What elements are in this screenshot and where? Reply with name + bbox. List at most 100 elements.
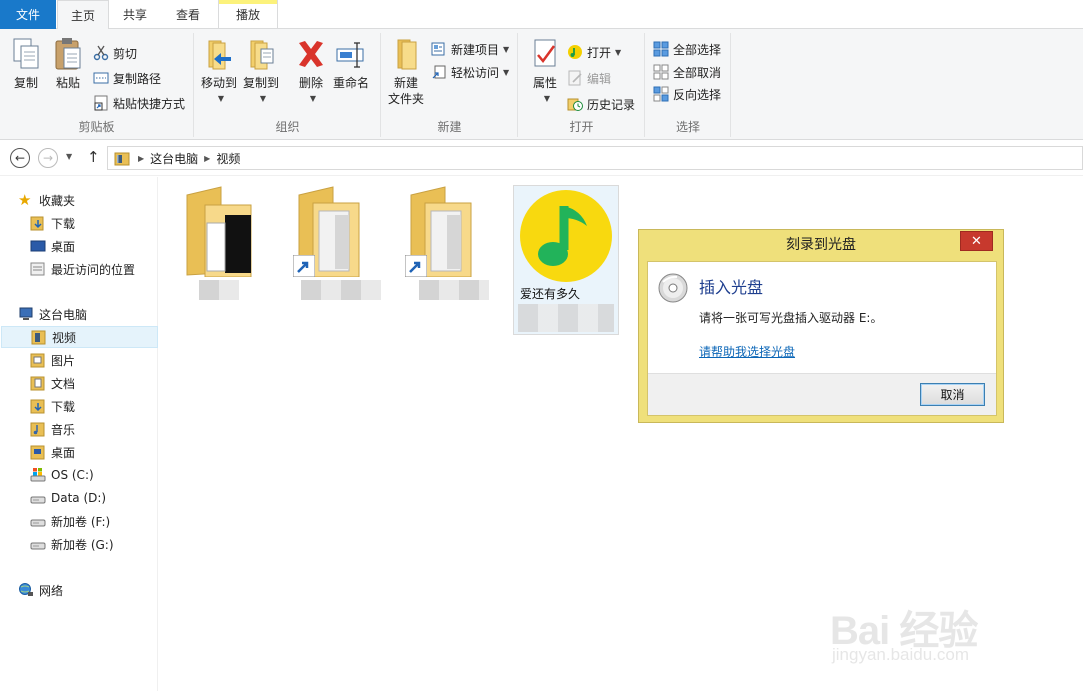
drive-icon [30,542,46,550]
shortcut-arrow-icon [293,255,315,277]
nav-recent[interactable]: 最近访问的位置 [30,258,155,280]
nav-drive-d[interactable]: Data (D:) [30,487,150,509]
move-to-label-wrap: 移动到 [201,75,237,91]
select-none-button[interactable]: 全部取消 [653,62,721,82]
nav-recent-label: 最近访问的位置 [51,262,136,277]
cancel-button[interactable]: 取消 [920,383,985,406]
nav-downloads-label: 下载 [51,216,76,231]
dialog-footer: 取消 [648,373,996,415]
ribbon-tab-bar: 文件 主页 共享 查看 播放 [0,0,1083,30]
network-icon [19,583,33,596]
group-open: 属性 ▼ 打开 ▼ 编辑 历史记录 打开 [519,33,645,137]
folder-icon [186,186,252,278]
copy-button[interactable]: 复制 [10,37,42,91]
music-folder-icon [30,422,45,437]
new-item-button[interactable]: 新建项目 ▼ [431,39,509,59]
blurred-filename [301,280,381,300]
select-all-button[interactable]: 全部选择 [653,39,721,59]
tab-view[interactable]: 查看 [162,0,214,29]
tab-play[interactable]: 播放 [218,0,278,29]
edit-label: 编辑 [587,71,612,86]
nav-favorites[interactable]: ★ 收藏夹 [18,189,148,211]
breadcrumb-separator-icon: ▶ [138,153,145,163]
paste-shortcut-icon [94,95,108,111]
open-button[interactable]: 打开 ▼ [567,42,621,62]
forward-button[interactable]: → [38,148,58,168]
nav-documents[interactable]: 文档 [30,372,150,394]
help-choose-disc-link[interactable]: 请帮助我选择光盘 [699,343,795,360]
rename-button[interactable]: 重命名 [333,37,369,91]
nav-music-label: 音乐 [51,422,76,437]
open-dropdown-icon: ▼ [615,47,622,57]
nav-videos[interactable]: 视频 [1,326,158,348]
easy-access-button[interactable]: 轻松访问 ▼ [431,62,509,82]
copy-to-dropdown-icon: ▼ [259,94,267,103]
pictures-folder-icon [30,353,45,368]
dialog-body: 插入光盘 请将一张可写光盘插入驱动器 E:。 请帮助我选择光盘 取消 [647,261,997,416]
new-folder-button[interactable]: 新建 文件夹 [388,37,424,107]
edit-button[interactable]: 编辑 [567,68,611,88]
up-button[interactable]: ↑ [87,148,100,166]
delete-button[interactable]: 删除 ▼ [295,37,327,107]
nav-desktop-pc[interactable]: 桌面 [30,441,150,463]
copy-label: 复制 [13,76,38,90]
select-group-label: 选择 [675,120,700,134]
nav-music[interactable]: 音乐 [30,418,150,440]
dialog-message: 请将一张可写光盘插入驱动器 E:。 [699,311,883,325]
folder-item[interactable] [181,185,285,305]
address-bar[interactable]: ▶ 这台电脑 ▶ 视频 [107,146,1083,170]
nav-videos-label: 视频 [52,330,77,345]
invert-selection-button[interactable]: 反向选择 [653,84,721,104]
folder-shortcut-item[interactable] [293,185,397,305]
star-icon: ★ [18,191,32,209]
easy-access-icon [432,65,446,79]
music-file-item[interactable]: 爱还有多久 [513,185,619,335]
nav-drive-f[interactable]: 新加卷 (F:) [30,510,150,532]
recent-locations-dropdown-icon[interactable]: ▼ [66,152,72,161]
new-folder-icon [397,39,417,70]
tab-file[interactable]: 文件 [0,0,56,29]
nav-favorites-label: 收藏夹 [39,193,76,208]
tab-home[interactable]: 主页 [57,0,109,30]
cut-label: 剪切 [113,46,138,61]
nav-downloads[interactable]: 下载 [30,212,150,234]
breadcrumb-videos[interactable]: 视频 [216,150,240,167]
nav-downloads-pc[interactable]: 下载 [30,395,150,417]
computer-icon [19,307,33,320]
copy-to-button[interactable]: 复制到 ▼ [243,37,279,107]
rename-icon [336,42,364,68]
nav-desktop[interactable]: 桌面 [30,235,150,257]
nav-drive-g-label: 新加卷 (G:) [51,537,114,552]
music-file-name: 爱还有多久 [520,287,581,301]
paste-icon [55,38,81,70]
back-button[interactable]: ← [10,148,30,168]
dialog-close-button[interactable]: ✕ [960,231,993,251]
nav-network[interactable]: 网络 [18,579,148,601]
nav-drive-g[interactable]: 新加卷 (G:) [30,533,150,555]
downloads-folder-icon [30,216,44,231]
breadcrumb-this-pc[interactable]: 这台电脑 [150,150,198,167]
properties-button[interactable]: 属性 ▼ [529,37,561,107]
tab-share[interactable]: 共享 [110,0,160,29]
copy-path-button[interactable]: 复制路径 [93,68,161,88]
paste-button[interactable]: 粘贴 [52,37,84,91]
select-all-icon [653,41,669,57]
paste-shortcut-button[interactable]: 粘贴快捷方式 [93,93,185,113]
move-to-button[interactable]: 移动到 ▼ [201,37,237,107]
select-none-icon [653,64,669,80]
paste-shortcut-label: 粘贴快捷方式 [113,96,186,111]
blurred-filename [419,280,489,300]
nav-this-pc[interactable]: 这台电脑 [18,303,148,325]
video-folder-icon [114,152,130,166]
nav-drive-f-label: 新加卷 (F:) [51,514,111,529]
history-button[interactable]: 历史记录 [567,94,635,114]
folder-shortcut-item[interactable] [405,185,509,305]
cut-button[interactable]: 剪切 [93,43,137,63]
copy-to-label: 复制到 [243,76,280,90]
nav-desktop-pc-label: 桌面 [51,445,76,460]
organize-group-label: 组织 [275,120,300,134]
nav-this-pc-label: 这台电脑 [39,307,88,322]
nav-drive-c[interactable]: OS (C:) [30,464,150,486]
system-drive-icon [30,468,46,482]
nav-pictures[interactable]: 图片 [30,349,150,371]
